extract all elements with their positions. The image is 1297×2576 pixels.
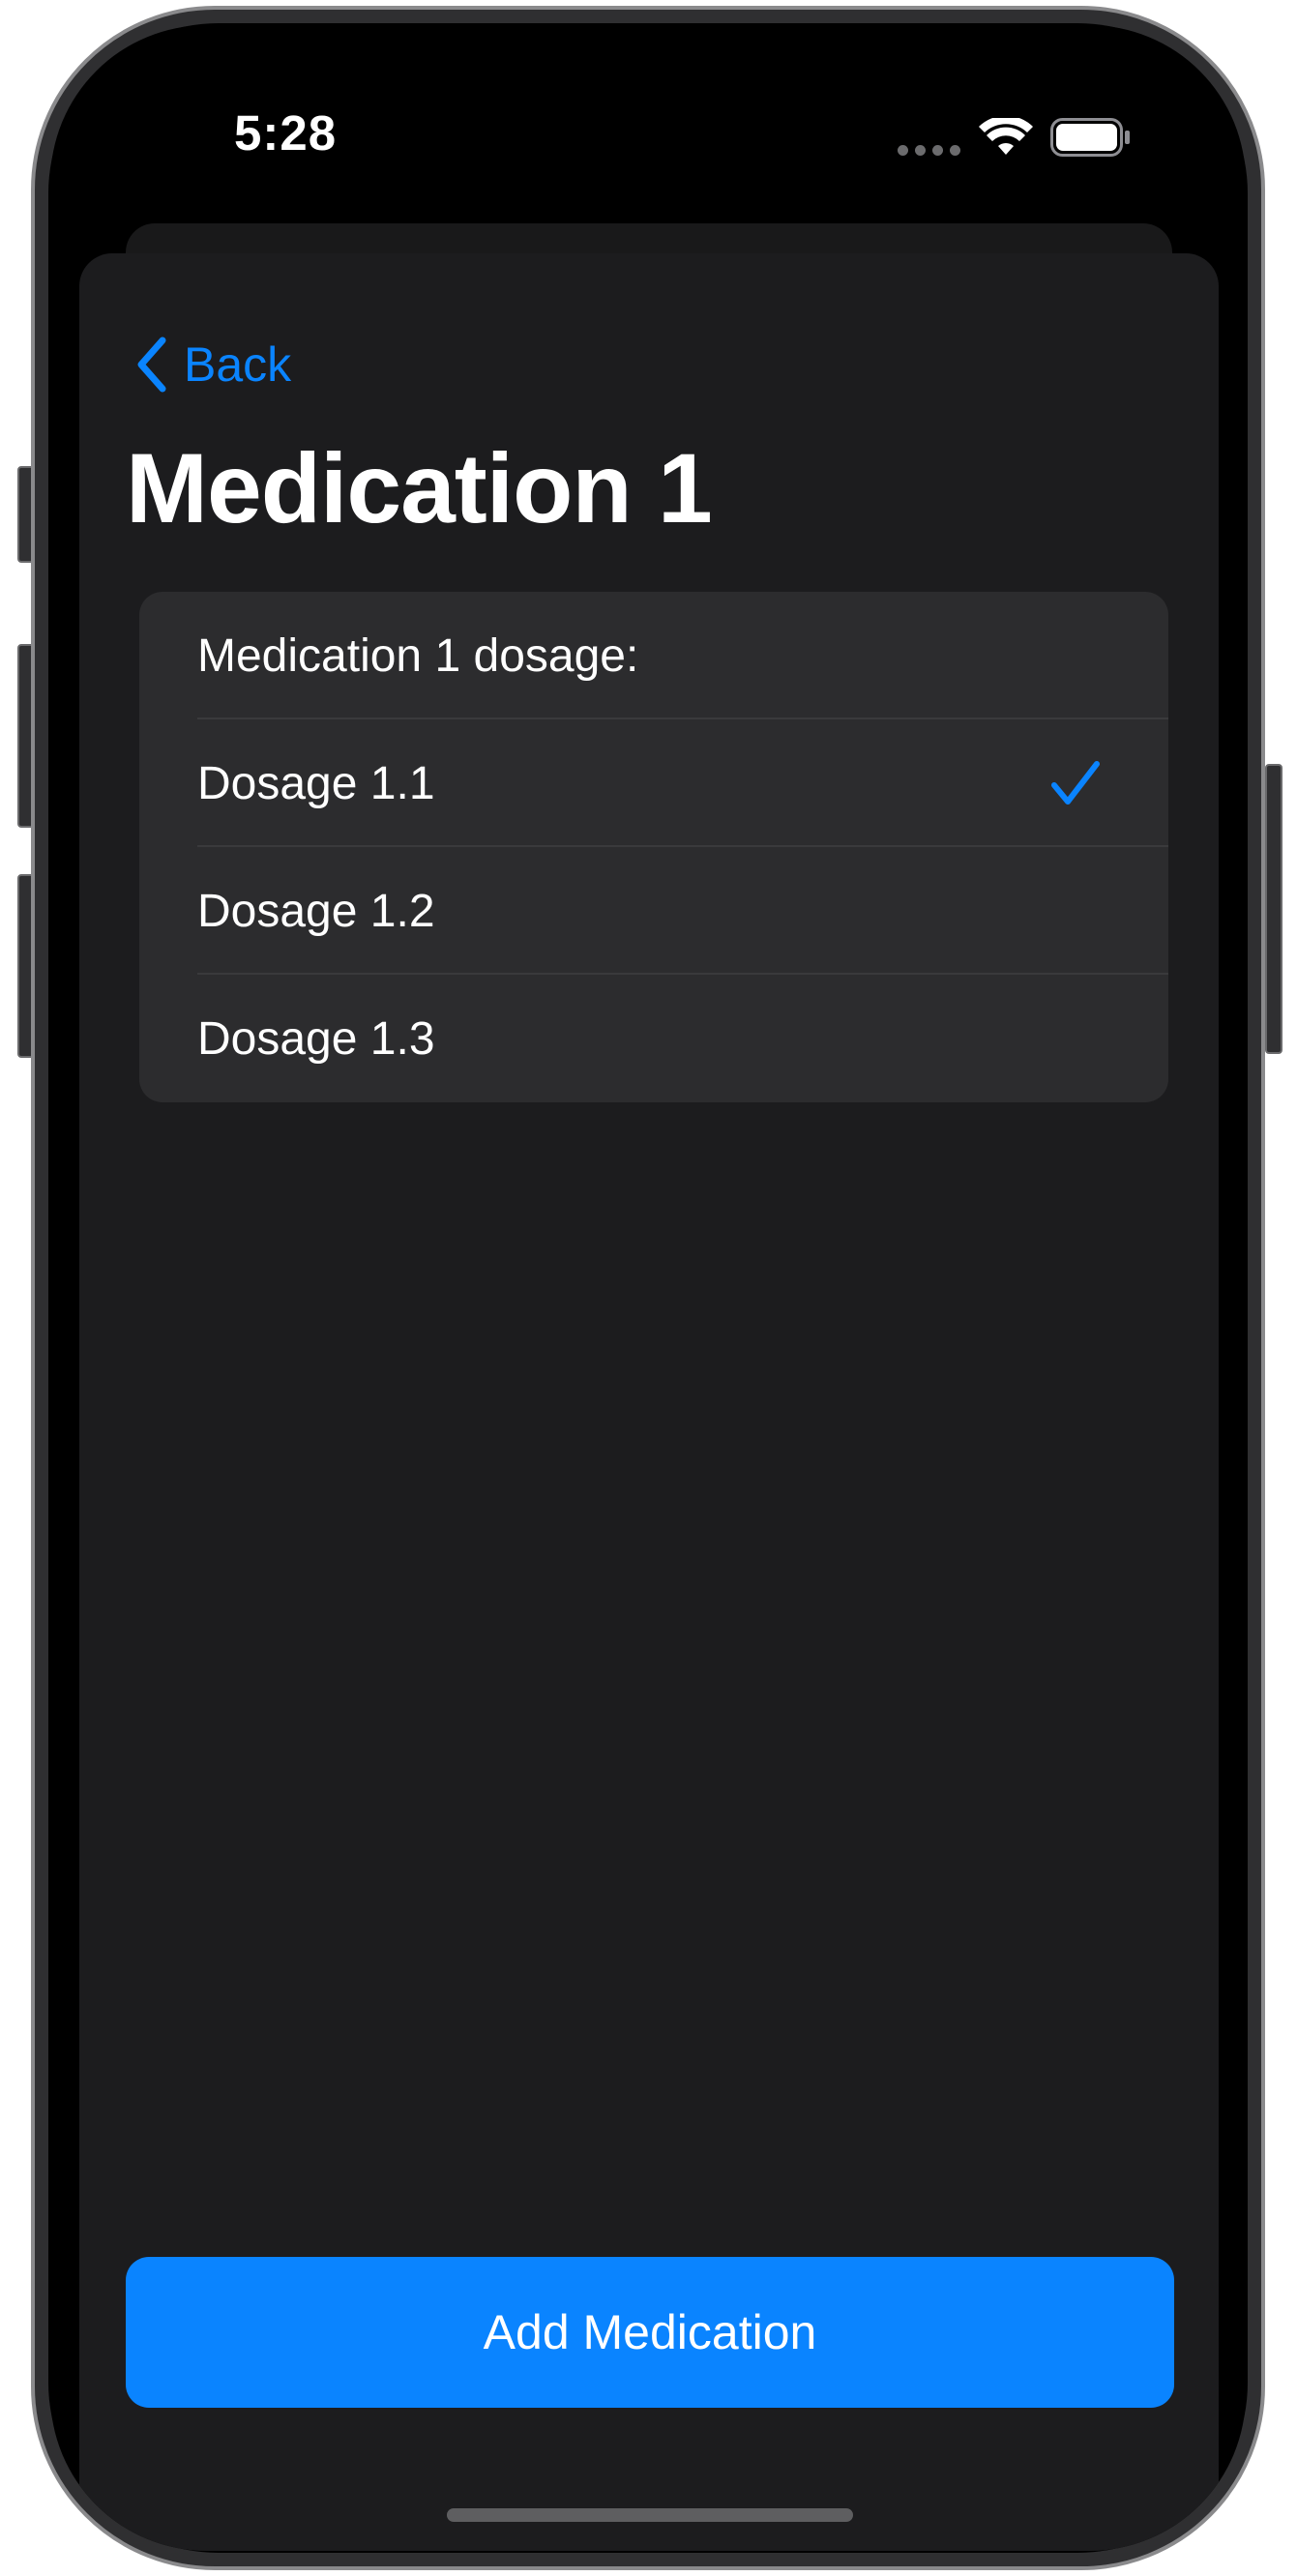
battery-icon [1050,118,1130,157]
dosage-option-2[interactable]: Dosage 1.2 [139,847,1168,975]
back-label: Back [184,337,292,392]
add-medication-button[interactable]: Add Medication [126,2257,1174,2408]
list-header: Medication 1 dosage: [139,592,1168,719]
status-time: 5:28 [234,105,338,161]
home-indicator[interactable] [447,2508,853,2522]
list-header-label: Medication 1 dosage: [197,629,639,682]
chevron-left-icon [137,337,166,393]
dosage-option-label: Dosage 1.2 [197,885,435,937]
back-button[interactable]: Back [135,331,291,398]
dosage-option-3[interactable]: Dosage 1.3 [139,975,1168,1102]
cellular-signal-icon [898,145,960,156]
dosage-list: Medication 1 dosage: Dosage 1.1 Dosage 1… [139,592,1168,1102]
dosage-option-label: Dosage 1.1 [197,757,435,809]
power-button [1265,764,1282,1054]
device-stage: 5:28 Back Medication 1 Medication 1 dosa… [0,0,1297,2576]
checkmark-icon [1051,761,1100,805]
modal-sheet: Back Medication 1 Medication 1 dosage: D… [79,253,1219,2551]
screen: 5:28 Back Medication 1 Medication 1 dosa… [50,25,1246,2551]
dosage-option-label: Dosage 1.3 [197,1012,435,1065]
wifi-icon [979,118,1033,155]
page-title: Medication 1 [126,433,713,543]
dosage-option-1[interactable]: Dosage 1.1 [139,719,1168,847]
status-bar: 5:28 [50,25,1246,219]
